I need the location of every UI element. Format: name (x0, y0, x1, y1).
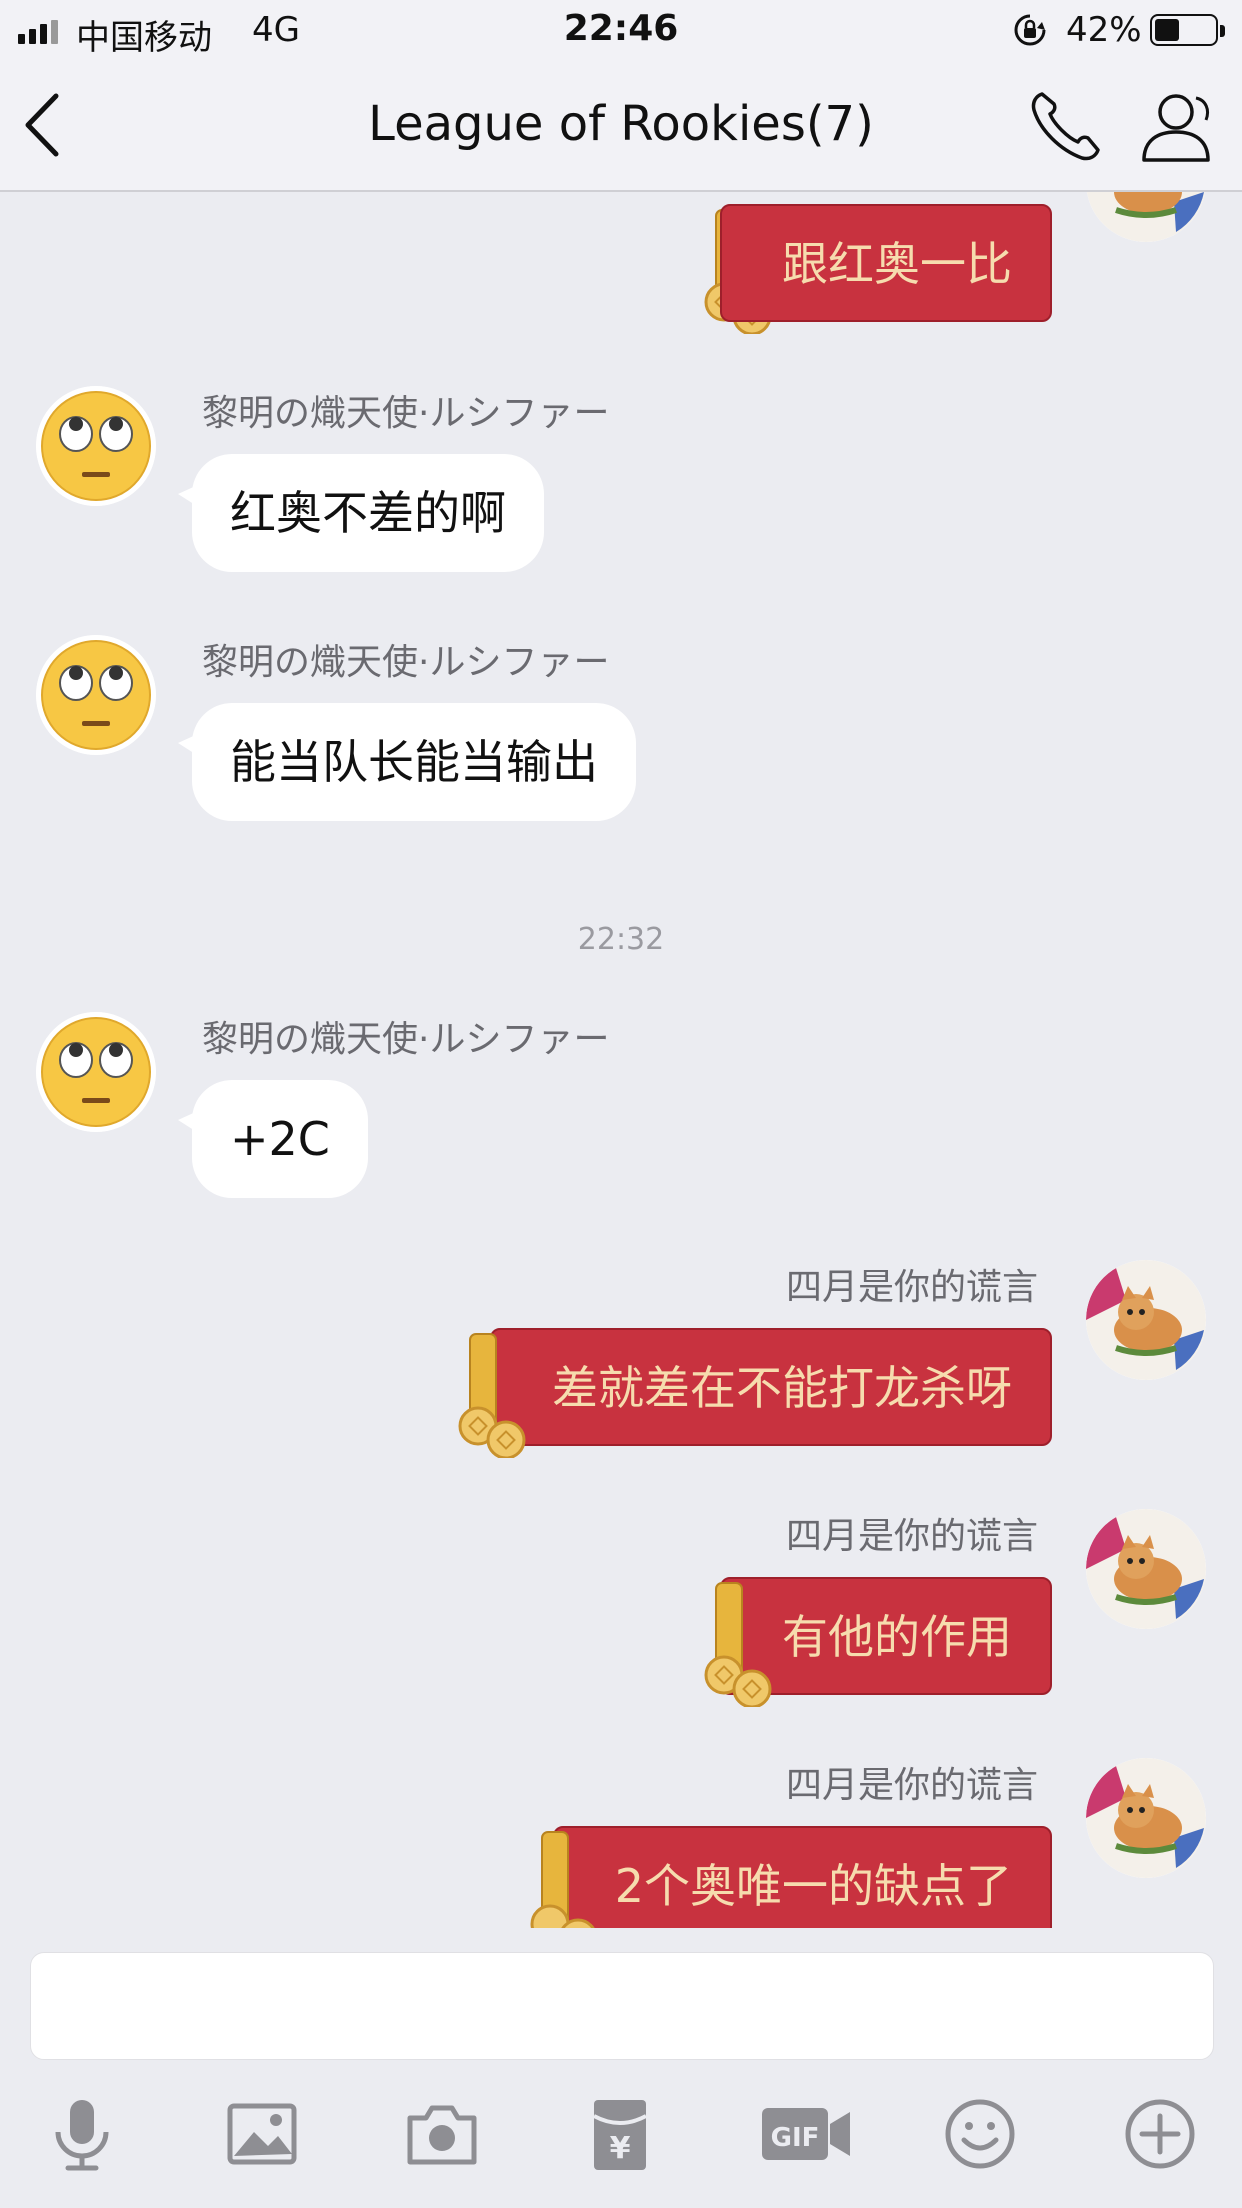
plus-icon[interactable] (1120, 2094, 1200, 2174)
message-bubble-in[interactable]: 红奥不差的啊 (178, 454, 544, 572)
sender-name: 四月是你的谎言 (785, 1516, 1038, 1557)
message-bubble-in[interactable]: 能当队长能当输出 (178, 703, 636, 821)
sender-name: 黎明の熾天使·ルシファー (202, 642, 610, 683)
svg-text:¥: ¥ (610, 2131, 631, 2166)
status-bar: 中国移动 4G 22:46 42% (0, 0, 1242, 60)
svg-text:GIF: GIF (771, 2123, 820, 2153)
eye-roll-emoji-avatar[interactable] (36, 386, 156, 506)
microphone-icon[interactable] (42, 2094, 122, 2174)
message-bubble-out[interactable]: 跟红奥一比 (720, 204, 1052, 322)
camera-icon[interactable] (402, 2094, 482, 2174)
message-bubble-out[interactable]: 差就差在不能打龙杀呀 (490, 1328, 1052, 1446)
nav-bar: League of Rookies(7) (0, 60, 1242, 192)
message-input[interactable] (30, 1952, 1214, 2060)
sender-name: 黎明の熾天使·ルシファー (202, 1019, 610, 1060)
message-bubble-in[interactable]: +2C (178, 1080, 368, 1198)
sender-name: 黎明の熾天使·ルシファー (202, 393, 610, 434)
cat-avatar[interactable] (1086, 1758, 1206, 1878)
cat-avatar[interactable] (1086, 190, 1206, 242)
chat-messages[interactable]: 跟红奥一比 黎明の熾天使·ルシファー 红奥不差的啊 黎明の熾天使·ルシファー 能… (0, 190, 1242, 1928)
scroll-decoration-icon (704, 1582, 772, 1707)
scroll-decoration-icon (458, 1333, 526, 1458)
emoji-icon[interactable] (940, 2094, 1020, 2174)
scroll-decoration-icon (530, 1831, 595, 1928)
image-icon[interactable] (222, 2094, 302, 2174)
battery-icon (1150, 14, 1225, 46)
gif-icon[interactable]: GIF (758, 2094, 854, 2174)
input-area: ¥ GIF (0, 1928, 1242, 2208)
cat-avatar[interactable] (1086, 1260, 1206, 1380)
red-packet-icon[interactable]: ¥ (580, 2094, 660, 2174)
sender-name: 四月是你的谎言 (785, 1267, 1038, 1308)
status-time: 22:46 (563, 8, 679, 49)
orientation-lock-icon (1014, 14, 1046, 46)
cat-avatar[interactable] (1086, 1509, 1206, 1629)
group-members-icon[interactable] (1136, 88, 1216, 164)
phone-icon[interactable] (1028, 88, 1104, 164)
message-bubble-out[interactable]: 2个奥唯一的缺点了 (552, 1826, 1052, 1928)
battery-percent: 42% (1066, 10, 1142, 50)
eye-roll-emoji-avatar[interactable] (36, 1012, 156, 1132)
time-divider: 22:32 (577, 922, 665, 957)
sender-name: 四月是你的谎言 (785, 1765, 1038, 1806)
eye-roll-emoji-avatar[interactable] (36, 635, 156, 755)
